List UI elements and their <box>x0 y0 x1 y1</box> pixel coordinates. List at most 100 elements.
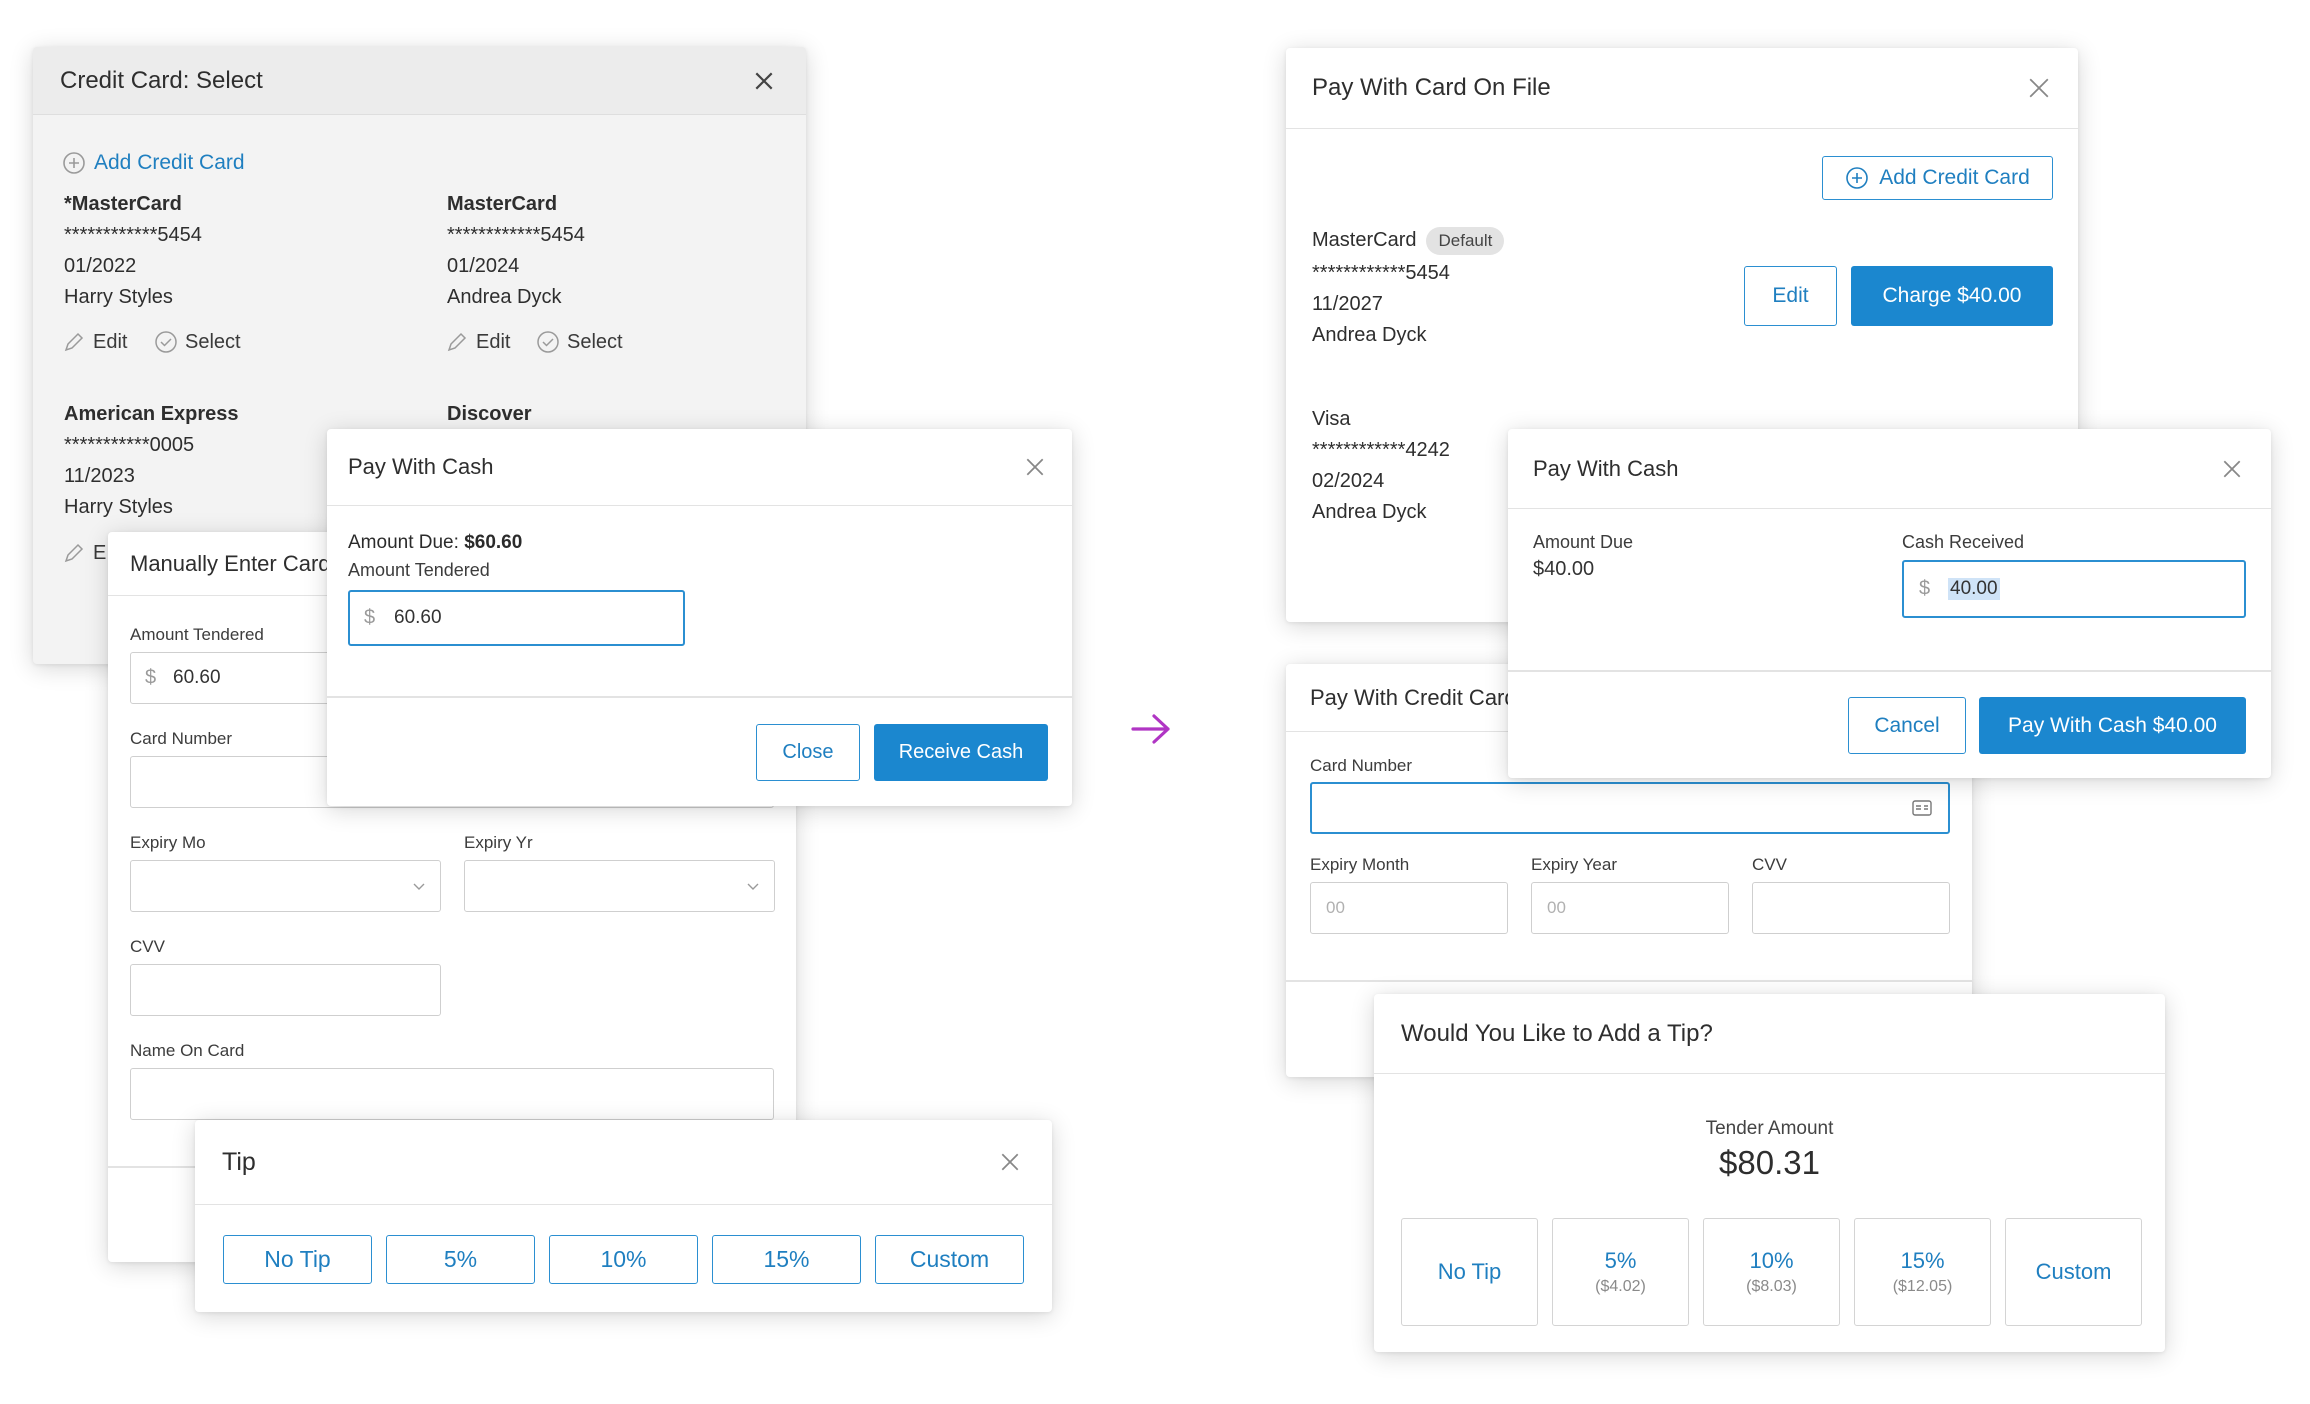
amount-value: 60.60 <box>394 607 442 628</box>
close-button[interactable]: Close <box>756 724 860 781</box>
tip-option-5[interactable]: 5% ($4.02) <box>1552 1218 1689 1326</box>
select-label: Select <box>185 330 241 353</box>
amount-tendered-label: Amount Tendered <box>130 625 264 644</box>
tip-option-10[interactable]: 10% ($8.03) <box>1703 1218 1840 1326</box>
expiry-year-placeholder: 00 <box>1547 898 1566 917</box>
add-credit-card-button[interactable]: Add Credit Card <box>1822 156 2053 200</box>
cvv-input[interactable] <box>1752 882 1950 934</box>
card-expiry: 02/2024 <box>1312 470 1385 492</box>
edit-label: Edit <box>93 330 128 353</box>
close-icon[interactable] <box>995 1147 1025 1177</box>
amount-tendered-input[interactable]: $ 60.60 <box>348 590 685 646</box>
edit-card-button[interactable]: Edit <box>62 330 127 354</box>
close-icon[interactable] <box>1020 452 1050 482</box>
card-expiry: 01/2024 <box>447 255 520 277</box>
tip-option-no-tip[interactable]: No Tip <box>223 1235 372 1284</box>
card-holder: Andrea Dyck <box>1312 324 1427 346</box>
edit-card-button[interactable]: Edit <box>445 330 510 354</box>
modal-header: Would You Like to Add a Tip? <box>1374 994 2165 1074</box>
receive-cash-button[interactable]: Receive Cash <box>874 724 1048 781</box>
expiry-mo-select[interactable] <box>130 860 441 912</box>
expiry-month-placeholder: 00 <box>1326 898 1345 917</box>
tip-option-custom[interactable]: Custom <box>2005 1218 2142 1326</box>
tip-option-15[interactable]: 15% ($12.05) <box>1854 1218 1991 1326</box>
amount-due-value: $60.60 <box>464 532 523 553</box>
card-name: Discover <box>447 403 532 425</box>
name-on-card-input[interactable] <box>130 1068 774 1120</box>
close-icon[interactable] <box>749 66 779 96</box>
expiry-year-label: Expiry Year <box>1531 855 1617 874</box>
close-icon[interactable] <box>2024 73 2054 103</box>
expiry-year-input[interactable]: 00 <box>1531 882 1729 934</box>
cancel-button[interactable]: Cancel <box>1848 697 1966 754</box>
modal-title: Credit Card: Select <box>60 66 263 94</box>
plus-circle-icon <box>62 151 86 175</box>
pay-with-cash-modal: Pay With Cash Amount Due: $60.60 Amount … <box>327 429 1072 806</box>
card-holder: Andrea Dyck <box>1312 501 1427 523</box>
card-expiry: 11/2023 <box>64 465 135 487</box>
select-card-button[interactable]: Select <box>154 330 241 354</box>
chevron-down-icon <box>413 883 425 890</box>
select-label: Select <box>567 330 623 353</box>
currency-prefix: $ <box>1919 577 1931 600</box>
tip-option-label: No Tip <box>1437 1259 1502 1284</box>
card-entry: Discover <box>447 399 532 430</box>
add-credit-card-link[interactable]: Add Credit Card <box>62 151 245 175</box>
currency-prefix: $ <box>145 666 157 689</box>
tip-option-label: 15% <box>1900 1248 1945 1273</box>
close-icon[interactable] <box>2217 454 2247 484</box>
modal-header: Pay With Cash <box>327 429 1072 506</box>
pencil-icon <box>445 330 469 354</box>
footer-divider <box>327 696 1072 698</box>
card-holder: Harry Styles <box>64 286 173 308</box>
expiry-month-label: Expiry Month <box>1310 855 1410 874</box>
card-name: Visa <box>1312 408 1351 430</box>
select-card-button[interactable]: Select <box>536 330 623 354</box>
tip-option-5[interactable]: 5% <box>386 1235 535 1284</box>
cvv-label: CVV <box>130 937 165 956</box>
cvv-input[interactable] <box>130 964 441 1016</box>
charge-button[interactable]: Charge $40.00 <box>1851 266 2053 326</box>
card-number-label: Card Number <box>1310 756 1413 775</box>
amount-tendered-label: Amount Tendered <box>348 560 490 580</box>
card-name: MasterCard <box>447 193 558 215</box>
card-entry: American Express ***********0005 11/2023… <box>64 399 239 523</box>
card-expiry: 01/2022 <box>64 255 137 277</box>
expiry-month-input[interactable]: 00 <box>1310 882 1508 934</box>
card-entry: MasterCard ************5454 01/2024 Andr… <box>447 189 585 313</box>
card-entry: Visa ************4242 02/2024 Andrea Dyc… <box>1312 404 1450 528</box>
currency-prefix: $ <box>364 606 376 629</box>
add-credit-card-label: Add Credit Card <box>1879 166 2030 189</box>
add-credit-card-label: Add Credit Card <box>94 151 245 174</box>
card-holder: Harry Styles <box>64 496 173 518</box>
amount-due-label: Amount Due: <box>348 532 459 553</box>
pay-with-cash-button[interactable]: Pay With Cash $40.00 <box>1979 697 2246 754</box>
edit-card-button[interactable]: E <box>62 541 106 565</box>
edit-card-button[interactable]: Edit <box>1744 266 1837 326</box>
default-badge: Default <box>1426 226 1505 255</box>
tip-option-no-tip[interactable]: No Tip <box>1401 1218 1538 1326</box>
card-number-input[interactable] <box>1310 782 1950 834</box>
pay-with-cash-modal: Pay With Cash Amount Due $40.00 Cash Rec… <box>1508 429 2271 778</box>
add-tip-modal: Would You Like to Add a Tip? Tender Amou… <box>1374 994 2165 1352</box>
tip-option-amount: ($12.05) <box>1892 1278 1953 1295</box>
amount-due: Amount Due: $60.60 <box>348 532 522 554</box>
cash-received-label: Cash Received <box>1902 532 2025 552</box>
footer-divider <box>1286 980 1972 982</box>
modal-header: Tip <box>195 1120 1052 1205</box>
tip-option-15[interactable]: 15% <box>712 1235 861 1284</box>
pencil-icon <box>62 330 86 354</box>
tip-option-label: 5% <box>1604 1248 1637 1273</box>
tip-option-amount: ($4.02) <box>1595 1278 1646 1295</box>
cash-received-input[interactable]: $ 40.00 <box>1902 560 2246 618</box>
modal-header: Credit Card: Select <box>33 47 806 115</box>
edit-label-partial: E <box>93 541 107 564</box>
expiry-yr-select[interactable] <box>464 860 775 912</box>
tip-option-10[interactable]: 10% <box>549 1235 698 1284</box>
tip-modal: Tip No Tip 5% 10% 15% Custom <box>195 1120 1052 1312</box>
amount-value: 60.60 <box>173 667 221 688</box>
card-entry: *MasterCard ************5454 01/2022 Har… <box>64 189 202 313</box>
modal-title: Would You Like to Add a Tip? <box>1401 1019 1713 1047</box>
expiry-yr-label: Expiry Yr <box>464 833 533 852</box>
tip-option-custom[interactable]: Custom <box>875 1235 1024 1284</box>
